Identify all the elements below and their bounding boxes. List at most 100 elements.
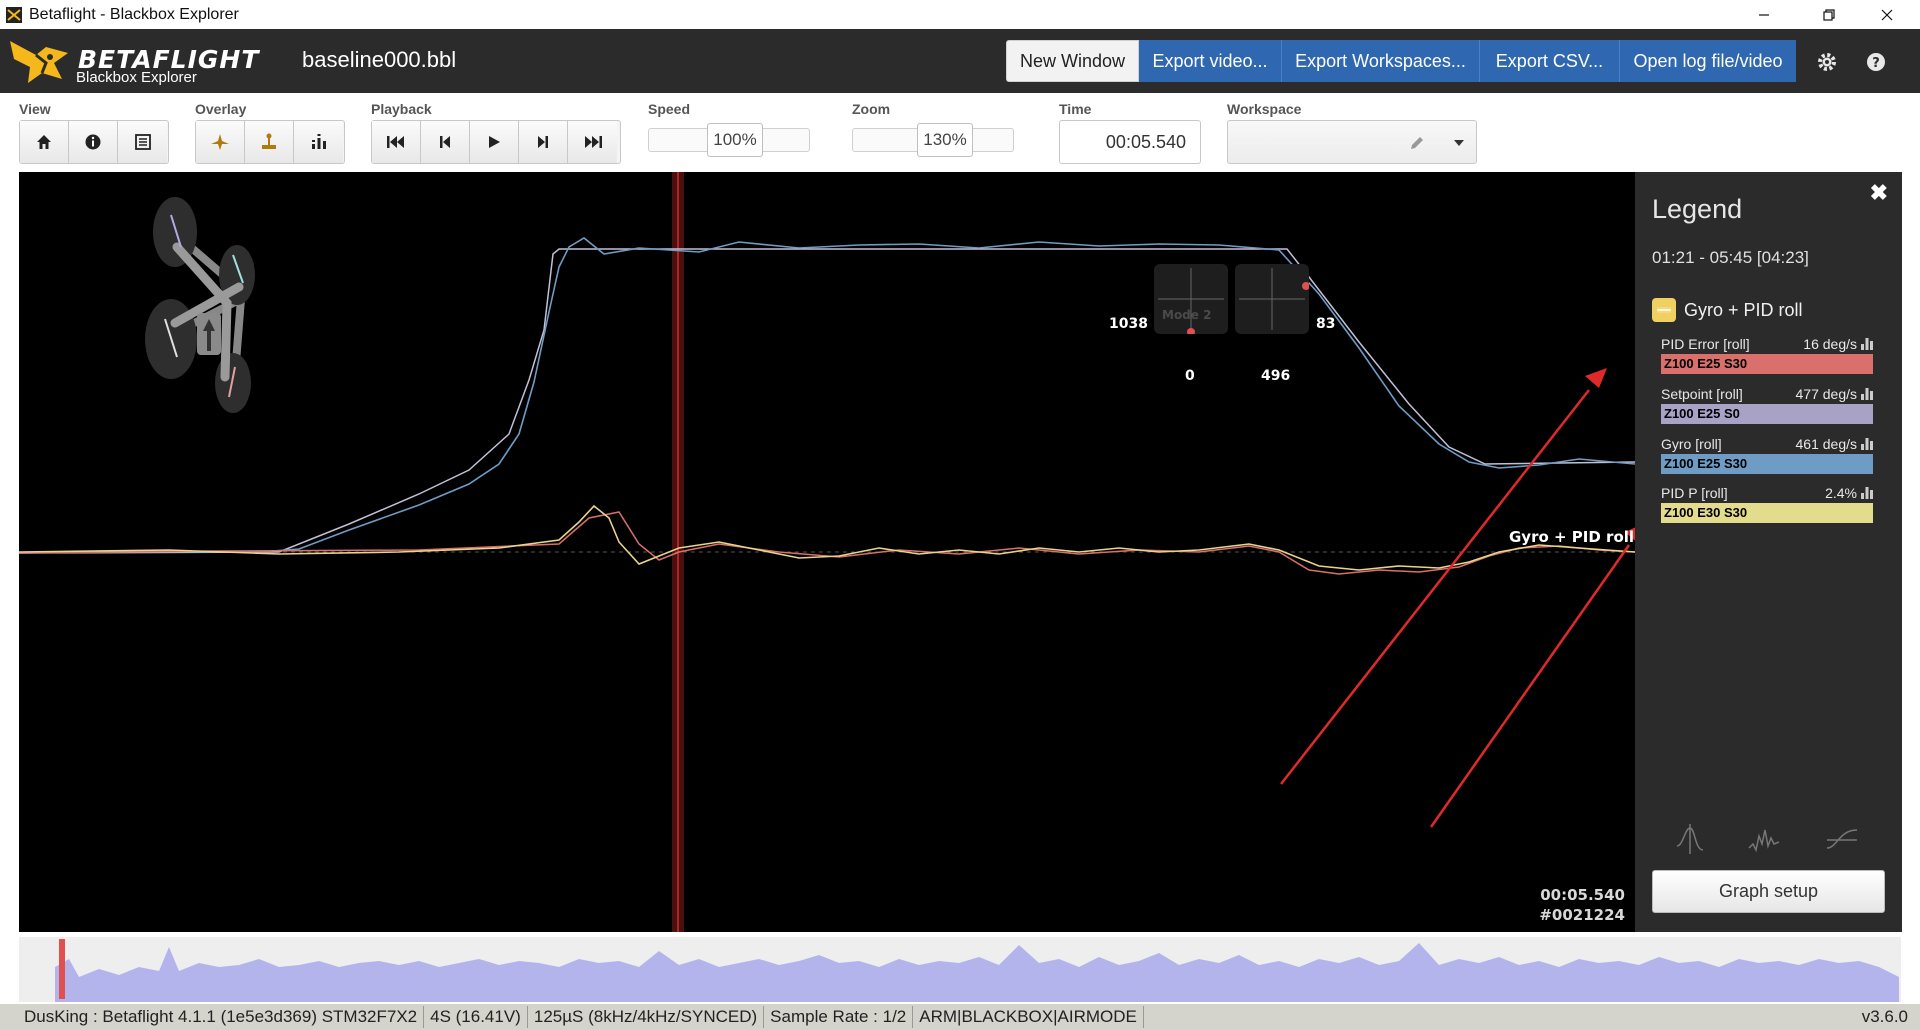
left-stick-crosshair	[1158, 268, 1224, 334]
analyser-overlay-button[interactable]	[294, 121, 343, 163]
seek-bar[interactable]	[19, 937, 1901, 1002]
info-button[interactable]	[69, 121, 118, 163]
step-back-icon	[440, 136, 450, 148]
pencil-icon[interactable]	[1408, 134, 1426, 152]
legend-group-label: Gyro + PID roll	[1684, 299, 1803, 320]
info-icon	[85, 134, 101, 150]
sticks-overlay-button[interactable]	[245, 121, 294, 163]
setpoint-trace	[19, 248, 1635, 554]
app-header: BETAFLIGHT Blackbox Explorer baseline000…	[0, 29, 1920, 93]
seek-playhead[interactable]	[59, 939, 65, 999]
analyser-icon[interactable]	[1861, 436, 1873, 450]
sticks-icon	[262, 133, 276, 149]
home-button[interactable]	[20, 121, 69, 163]
left-stick-y-value: 1038	[1109, 316, 1148, 332]
restore-icon	[1823, 8, 1835, 21]
skip-end-button[interactable]	[568, 121, 617, 163]
legend-item-name: PID Error [roll]	[1661, 336, 1750, 352]
playback-label: Playback	[371, 101, 432, 117]
app-logo-icon	[6, 6, 22, 23]
right-stick-dot	[1302, 282, 1309, 290]
right-stick-x-value: 496	[1261, 368, 1291, 384]
legend-item-pid-error[interactable]: PID Error [roll] 16 deg/s Z100 E25 S30	[1661, 336, 1873, 374]
skip-start-icon	[387, 136, 404, 148]
list-button[interactable]	[118, 121, 167, 163]
speed-value[interactable]: 100%	[707, 123, 763, 157]
export-csv-button[interactable]: Export CSV...	[1480, 40, 1620, 82]
status-firmware: DusKing : Betaflight 4.1.1 (1e5e3d369) S…	[0, 1006, 425, 1028]
pid-error-trace	[19, 511, 1635, 575]
step-back-button[interactable]	[421, 121, 470, 163]
speed-slider[interactable]: 100%	[648, 123, 810, 157]
right-stick-box	[1235, 264, 1309, 334]
legend-range: 01:21 - 05:45 [04:23]	[1652, 248, 1809, 267]
graph-time-readout: 00:05.540	[1540, 886, 1625, 904]
zoom-slider[interactable]: 130%	[852, 123, 1014, 157]
status-loop-time: 125µS (8kHz/4kHz/SYNCED)	[528, 1006, 765, 1028]
status-sample-rate: Sample Rate : 1/2	[764, 1006, 914, 1028]
play-icon	[489, 136, 500, 148]
graph-canvas	[19, 172, 1635, 932]
gyro-trace	[19, 237, 1635, 554]
time-input[interactable]: 00:05.540	[1059, 120, 1201, 164]
help-icon: ?	[1867, 53, 1885, 71]
analyser-icon[interactable]	[1861, 386, 1873, 400]
craft-icon	[211, 134, 229, 150]
export-video-button[interactable]: Export video...	[1139, 40, 1282, 82]
legend-close-icon[interactable]: ✖	[1870, 180, 1888, 206]
play-button[interactable]	[470, 121, 519, 163]
status-bar: DusKing : Betaflight 4.1.1 (1e5e3d369) S…	[0, 1004, 1920, 1030]
new-window-button[interactable]: New Window	[1006, 40, 1139, 82]
left-stick-box: Mode 2	[1154, 264, 1228, 334]
seek-activity-fill	[55, 943, 1899, 1002]
svg-text:?: ?	[1872, 56, 1880, 71]
status-battery: 4S (16.41V)	[424, 1006, 528, 1028]
legend-item-curve[interactable]: Z100 E25 S30	[1661, 454, 1873, 474]
log-graph[interactable]: Mode 2 1038 0 496 83 Gyro + PID roll 00:…	[19, 172, 1635, 932]
analyser-icon	[311, 134, 326, 149]
zoom-label: Zoom	[852, 101, 891, 117]
legend-item-pid-p[interactable]: PID P [roll] 2.4% Z100 E30 S30	[1661, 485, 1873, 523]
legend-item-setpoint[interactable]: Setpoint [roll] 477 deg/s Z100 E25 S0	[1661, 386, 1873, 424]
status-version: v3.6.0	[1861, 1007, 1908, 1026]
pid-p-trace	[19, 504, 1635, 571]
noise-icon[interactable]	[1747, 822, 1781, 856]
skip-end-icon	[584, 136, 602, 148]
graph-setup-button[interactable]: Graph setup	[1652, 870, 1885, 913]
mode-label: Mode 2	[1162, 308, 1212, 322]
chevron-down-icon[interactable]	[1453, 139, 1465, 147]
smoothing-icon[interactable]	[1673, 822, 1707, 856]
analyser-icon[interactable]	[1861, 336, 1873, 350]
craft-overlay-button[interactable]	[196, 121, 245, 163]
workspace-select[interactable]	[1227, 120, 1477, 164]
step-forward-button[interactable]	[519, 121, 568, 163]
legend-item-curve[interactable]: Z100 E30 S30	[1661, 503, 1873, 523]
overlay-label: Overlay	[195, 101, 247, 117]
expo-icon[interactable]	[1825, 822, 1859, 856]
legend-item-name: Setpoint [roll]	[1661, 386, 1743, 402]
seek-bar-activity	[55, 939, 1899, 1002]
open-log-button[interactable]: Open log file/video	[1620, 40, 1796, 82]
zoom-value[interactable]: 130%	[917, 123, 973, 157]
legend-item-curve[interactable]: Z100 E25 S30	[1661, 354, 1873, 374]
legend-item-name: Gyro [roll]	[1661, 436, 1722, 452]
workspace-label: Workspace	[1227, 101, 1302, 117]
close-window-button[interactable]	[1858, 0, 1916, 29]
betaflight-logo: BETAFLIGHT Blackbox Explorer	[6, 33, 258, 89]
legend-group-gyro-pid-roll[interactable]: Gyro + PID roll	[1652, 298, 1803, 322]
legend-item-gyro[interactable]: Gyro [roll] 461 deg/s Z100 E25 S30	[1661, 436, 1873, 474]
legend-item-name: PID P [roll]	[1661, 485, 1728, 501]
log-filename: baseline000.bbl	[302, 47, 457, 72]
annotation-arrows	[1280, 368, 1635, 828]
playback-buttons	[371, 120, 621, 164]
step-forward-icon	[538, 136, 548, 148]
legend-panel: ✖ Legend 01:21 - 05:45 [04:23] Gyro + PI…	[1635, 172, 1902, 932]
help-button[interactable]: ?	[1863, 49, 1889, 75]
minimize-button[interactable]	[1735, 0, 1793, 29]
restore-button[interactable]	[1800, 0, 1858, 29]
skip-start-button[interactable]	[372, 121, 421, 163]
analyser-icon[interactable]	[1861, 485, 1873, 499]
export-workspaces-button[interactable]: Export Workspaces...	[1282, 40, 1480, 82]
settings-button[interactable]	[1814, 49, 1840, 75]
legend-item-curve[interactable]: Z100 E25 S0	[1661, 404, 1873, 424]
